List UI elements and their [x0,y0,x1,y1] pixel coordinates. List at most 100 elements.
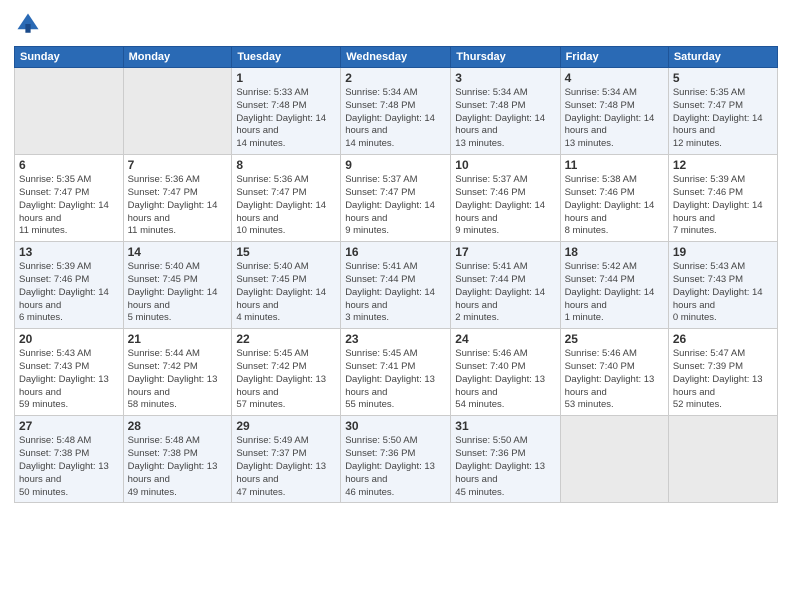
daylight-line1: Daylight: Daylight: 14 hours and [673,113,773,139]
day-info: Sunrise: 5:46 AMSunset: 7:40 PMDaylight:… [565,348,664,412]
day-info: Sunrise: 5:33 AMSunset: 7:48 PMDaylight:… [236,87,336,151]
day-info: Sunrise: 5:42 AMSunset: 7:44 PMDaylight:… [565,261,664,325]
day-number: 4 [565,71,664,85]
sunset: Sunset: 7:40 PM [455,361,555,374]
calendar-row: 1 Sunrise: 5:33 AMSunset: 7:48 PMDaylight… [15,68,778,155]
day-info: Sunrise: 5:48 AMSunset: 7:38 PMDaylight:… [19,435,119,499]
daylight-line2: 11 minutes. [128,225,228,238]
day-info: Sunrise: 5:37 AMSunset: 7:46 PMDaylight:… [455,174,555,238]
day-info: Sunrise: 5:41 AMSunset: 7:44 PMDaylight:… [345,261,446,325]
daylight-line2: 13 minutes. [565,138,664,151]
calendar-cell: 15Sunrise: 5:40 AMSunset: 7:45 PMDayligh… [232,242,341,329]
sunrise: Sunrise: 5:40 AM [128,261,228,274]
daylight-line1: Daylight: Daylight: 13 hours and [455,461,555,487]
sunset: Sunset: 7:38 PM [19,448,119,461]
day-info: Sunrise: 5:34 AMSunset: 7:48 PMDaylight:… [455,87,555,151]
daylight-line1: Daylight: Daylight: 14 hours and [673,200,773,226]
day-number: 6 [19,158,119,172]
day-info: Sunrise: 5:35 AMSunset: 7:47 PMDaylight:… [673,87,773,151]
day-info: Sunrise: 5:46 AMSunset: 7:40 PMDaylight:… [455,348,555,412]
day-info: Sunrise: 5:41 AMSunset: 7:44 PMDaylight:… [455,261,555,325]
day-info: Sunrise: 5:48 AMSunset: 7:38 PMDaylight:… [128,435,228,499]
day-number: 27 [19,419,119,433]
day-number: 15 [236,245,336,259]
logo-icon [14,10,42,38]
daylight-line2: 59 minutes. [19,399,119,412]
calendar-cell: 13Sunrise: 5:39 AMSunset: 7:46 PMDayligh… [15,242,124,329]
sunrise: Sunrise: 5:37 AM [455,174,555,187]
day-info: Sunrise: 5:35 AMSunset: 7:47 PMDaylight:… [19,174,119,238]
sunset: Sunset: 7:48 PM [345,100,446,113]
sunrise: Sunrise: 5:34 AM [455,87,555,100]
daylight-line1: Daylight: Daylight: 13 hours and [345,461,446,487]
calendar-cell: 25 Sunrise: 5:46 AMSunset: 7:40 PMDayligh… [560,329,668,416]
calendar-cell [15,68,124,155]
day-number: 25 [565,332,664,346]
calendar-cell: 31Sunrise: 5:50 AMSunset: 7:36 PMDayligh… [451,416,560,503]
day-info: Sunrise: 5:39 AMSunset: 7:46 PMDaylight:… [19,261,119,325]
weekday-header: Tuesday [232,47,341,68]
daylight-line2: 0 minutes. [673,312,773,325]
daylight-line2: 53 minutes. [565,399,664,412]
weekday-header: Monday [123,47,232,68]
daylight-line2: 8 minutes. [565,225,664,238]
daylight-line1: Daylight: Daylight: 14 hours and [19,200,119,226]
daylight-line2: 57 minutes. [236,399,336,412]
daylight-line1: Daylight: Daylight: 13 hours and [19,461,119,487]
calendar-cell: 18Sunrise: 5:42 AMSunset: 7:44 PMDayligh… [560,242,668,329]
day-info: Sunrise: 5:38 AMSunset: 7:46 PMDaylight:… [565,174,664,238]
sunset: Sunset: 7:42 PM [128,361,228,374]
sunrise: Sunrise: 5:48 AM [128,435,228,448]
sunrise: Sunrise: 5:43 AM [19,348,119,361]
daylight-line1: Daylight: Daylight: 14 hours and [128,287,228,313]
sunset: Sunset: 7:46 PM [565,187,664,200]
daylight-line1: Daylight: Daylight: 13 hours and [236,374,336,400]
calendar-table: SundayMondayTuesdayWednesdayThursdayFrid… [14,46,778,503]
day-number: 21 [128,332,228,346]
day-number: 20 [19,332,119,346]
calendar-cell: 22Sunrise: 5:45 AMSunset: 7:42 PMDayligh… [232,329,341,416]
sunset: Sunset: 7:45 PM [128,274,228,287]
day-number: 1 [236,71,336,85]
sunset: Sunset: 7:37 PM [236,448,336,461]
daylight-line1: Daylight: Daylight: 14 hours and [565,113,664,139]
daylight-line1: Daylight: Daylight: 13 hours and [565,374,664,400]
sunrise: Sunrise: 5:41 AM [455,261,555,274]
day-info: Sunrise: 5:45 AMSunset: 7:42 PMDaylight:… [236,348,336,412]
sunset: Sunset: 7:46 PM [19,274,119,287]
daylight-line2: 5 minutes. [128,312,228,325]
daylight-line1: Daylight: Daylight: 14 hours and [345,113,446,139]
daylight-line2: 7 minutes. [673,225,773,238]
sunset: Sunset: 7:38 PM [128,448,228,461]
day-info: Sunrise: 5:44 AMSunset: 7:42 PMDaylight:… [128,348,228,412]
calendar-cell: 21 Sunrise: 5:44 AMSunset: 7:42 PMDayligh… [123,329,232,416]
daylight-line2: 55 minutes. [345,399,446,412]
weekday-header: Wednesday [341,47,451,68]
sunrise: Sunrise: 5:45 AM [236,348,336,361]
day-number: 5 [673,71,773,85]
daylight-line1: Daylight: Daylight: 13 hours and [345,374,446,400]
sunset: Sunset: 7:44 PM [565,274,664,287]
daylight-line1: Daylight: Daylight: 13 hours and [128,374,228,400]
sunset: Sunset: 7:36 PM [345,448,446,461]
calendar-cell: 29Sunrise: 5:49 AMSunset: 7:37 PMDayligh… [232,416,341,503]
day-number: 19 [673,245,773,259]
calendar-cell: 12Sunrise: 5:39 AMSunset: 7:46 PMDayligh… [668,155,777,242]
calendar-cell: 19Sunrise: 5:43 AMSunset: 7:43 PMDayligh… [668,242,777,329]
sunrise: Sunrise: 5:36 AM [128,174,228,187]
daylight-line2: 50 minutes. [19,487,119,500]
sunrise: Sunrise: 5:34 AM [565,87,664,100]
calendar-cell: 5 Sunrise: 5:35 AMSunset: 7:47 PMDaylight… [668,68,777,155]
daylight-line2: 9 minutes. [455,225,555,238]
day-number: 2 [345,71,446,85]
daylight-line1: Daylight: Daylight: 13 hours and [673,374,773,400]
calendar-row: 6 Sunrise: 5:35 AMSunset: 7:47 PMDaylight… [15,155,778,242]
sunset: Sunset: 7:36 PM [455,448,555,461]
daylight-line2: 14 minutes. [345,138,446,151]
day-number: 3 [455,71,555,85]
sunrise: Sunrise: 5:46 AM [455,348,555,361]
header-row: SundayMondayTuesdayWednesdayThursdayFrid… [15,47,778,68]
calendar-cell: 30Sunrise: 5:50 AMSunset: 7:36 PMDayligh… [341,416,451,503]
calendar-cell: 3 Sunrise: 5:34 AMSunset: 7:48 PMDaylight… [451,68,560,155]
daylight-line2: 11 minutes. [19,225,119,238]
